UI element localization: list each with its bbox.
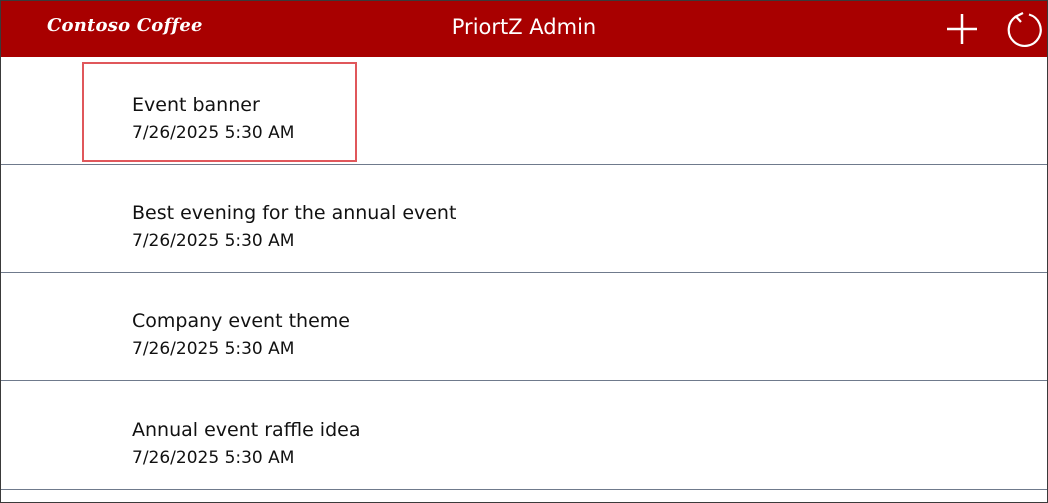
item-date: 7/26/2025 5:30 AM xyxy=(132,231,295,251)
app-window: Contoso Coffee PriortZ Admin Event banne… xyxy=(0,0,1048,503)
page-title: PriortZ Admin xyxy=(451,15,597,39)
item-title: Event banner xyxy=(132,94,260,116)
list-item[interactable]: Best evening for the annual event 7/26/2… xyxy=(1,165,1047,273)
plus-icon xyxy=(947,14,977,44)
item-date: 7/26/2025 5:30 AM xyxy=(132,339,295,359)
list-item[interactable]: Annual event raffle idea 7/26/2025 5:30 … xyxy=(1,382,1047,490)
app-header: Contoso Coffee PriortZ Admin xyxy=(1,1,1047,57)
item-date: 7/26/2025 5:30 AM xyxy=(132,123,295,143)
refresh-icon xyxy=(1007,12,1042,47)
list-item[interactable]: Event banner 7/26/2025 5:30 AM xyxy=(1,57,1047,165)
item-title: Best evening for the annual event xyxy=(132,202,457,224)
item-title: Annual event raffle idea xyxy=(132,419,361,441)
item-date: 7/26/2025 5:30 AM xyxy=(132,448,295,468)
refresh-button[interactable] xyxy=(1005,9,1045,49)
item-title: Company event theme xyxy=(132,310,350,332)
add-item-button[interactable] xyxy=(942,9,982,49)
list-item[interactable]: Company event theme 7/26/2025 5:30 AM xyxy=(1,273,1047,381)
